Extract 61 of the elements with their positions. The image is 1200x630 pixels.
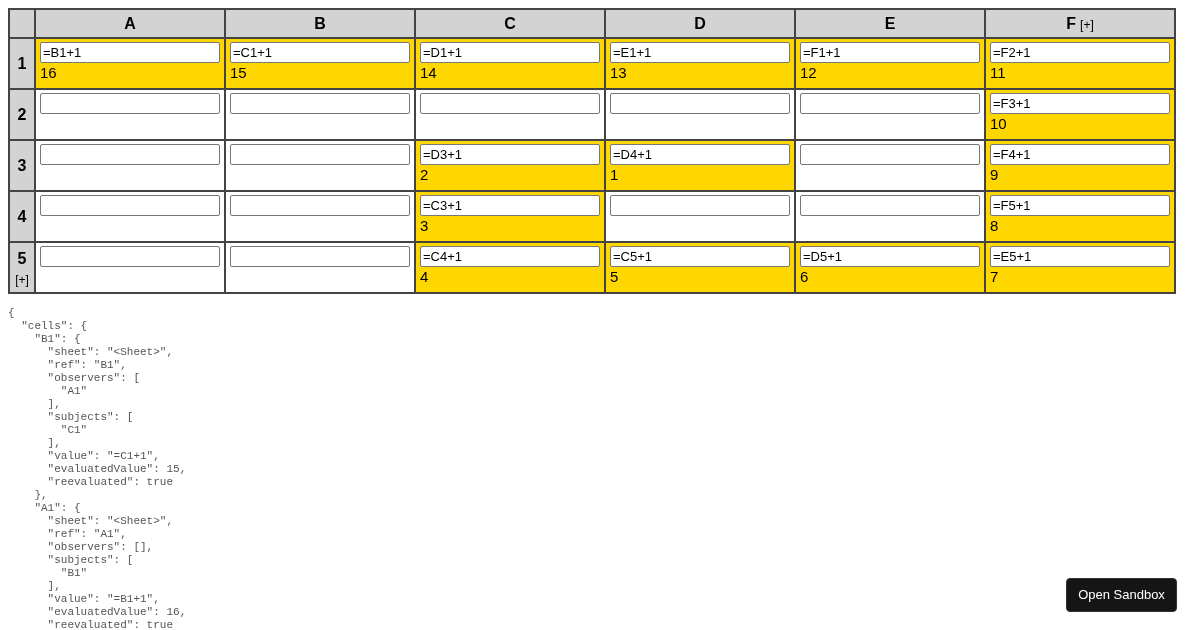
formula-input[interactable]: =C4+1 <box>420 246 600 267</box>
formula-input[interactable] <box>230 246 410 267</box>
formula-input[interactable]: =F5+1 <box>990 195 1170 216</box>
cell-value: 8 <box>990 216 1000 235</box>
formula-input[interactable] <box>40 144 220 165</box>
formula-input[interactable]: =D3+1 <box>420 144 600 165</box>
cell-value: 4 <box>420 267 430 286</box>
add-row-link[interactable]: [+] <box>15 270 29 289</box>
formula-input[interactable]: =E1+1 <box>610 42 790 63</box>
formula-input[interactable]: =F4+1 <box>990 144 1170 165</box>
cell-value: 6 <box>800 267 810 286</box>
formula-input[interactable]: =B1+1 <box>40 42 220 63</box>
row-label: 1 <box>17 53 27 74</box>
open-sandbox-button[interactable]: Open Sandbox <box>1066 578 1177 612</box>
column-label: F <box>1066 14 1077 32</box>
add-column-link[interactable]: [+] <box>1080 17 1094 32</box>
cell-value: 5 <box>610 267 620 286</box>
cell-value: 11 <box>990 63 1007 82</box>
formula-input[interactable]: =F2+1 <box>990 42 1170 63</box>
cell-value: 10 <box>990 114 1008 133</box>
column-label: B <box>314 14 326 32</box>
formula-input[interactable]: =C5+1 <box>610 246 790 267</box>
row-label: 3 <box>17 155 27 176</box>
formula-input[interactable]: =C1+1 <box>230 42 410 63</box>
cell-value: 14 <box>420 63 438 82</box>
cell-value: 13 <box>610 63 628 82</box>
row-label: 4 <box>17 206 27 227</box>
formula-input[interactable] <box>40 93 220 114</box>
column-label: E <box>884 14 896 32</box>
row-label: 5 <box>17 248 27 269</box>
formula-input[interactable] <box>230 93 410 114</box>
formula-input[interactable] <box>420 93 600 114</box>
formula-input[interactable] <box>230 144 410 165</box>
cell-value: 16 <box>40 63 58 82</box>
formula-input[interactable] <box>800 144 980 165</box>
formula-input[interactable]: =D4+1 <box>610 144 790 165</box>
formula-input[interactable]: =F1+1 <box>800 42 980 63</box>
formula-input[interactable] <box>610 93 790 114</box>
formula-input[interactable]: =C3+1 <box>420 195 600 216</box>
formula-input[interactable]: =E5+1 <box>990 246 1170 267</box>
row-label: 2 <box>17 104 27 125</box>
cell-value: 3 <box>420 216 430 235</box>
column-label: D <box>694 14 706 32</box>
formula-input[interactable]: =F3+1 <box>990 93 1170 114</box>
formula-input[interactable] <box>40 195 220 216</box>
cell-value: 12 <box>800 63 818 82</box>
cell-value: 7 <box>990 267 1000 286</box>
formula-input[interactable] <box>40 246 220 267</box>
formula-input[interactable]: =D5+1 <box>800 246 980 267</box>
cell-value: 15 <box>230 63 248 82</box>
formula-input[interactable] <box>610 195 790 216</box>
column-label: A <box>124 14 136 32</box>
formula-input[interactable] <box>800 93 980 114</box>
formula-input[interactable] <box>800 195 980 216</box>
cell-value: 2 <box>420 165 430 184</box>
column-label: C <box>504 14 516 32</box>
cell-value: 9 <box>990 165 1000 184</box>
json-output: { "cells": { "B1": { "sheet": "<Sheet>", "ref": "B1", "observers": [ "A1" ], "subjects": [ "C1" ], "value": "=C1+1", "evaluatedValue": 15, "reevaluated": true }, "A1": { "sheet": "<Sheet>", "ref": "A1", "observers": [], "subjects": [ "B1" ], "value": "=B1+1", "evaluatedValue": 16, "reevaluated": true <box>8 307 187 630</box>
formula-input[interactable]: =D1+1 <box>420 42 600 63</box>
formula-input[interactable] <box>230 195 410 216</box>
cell-value: 1 <box>610 165 620 184</box>
